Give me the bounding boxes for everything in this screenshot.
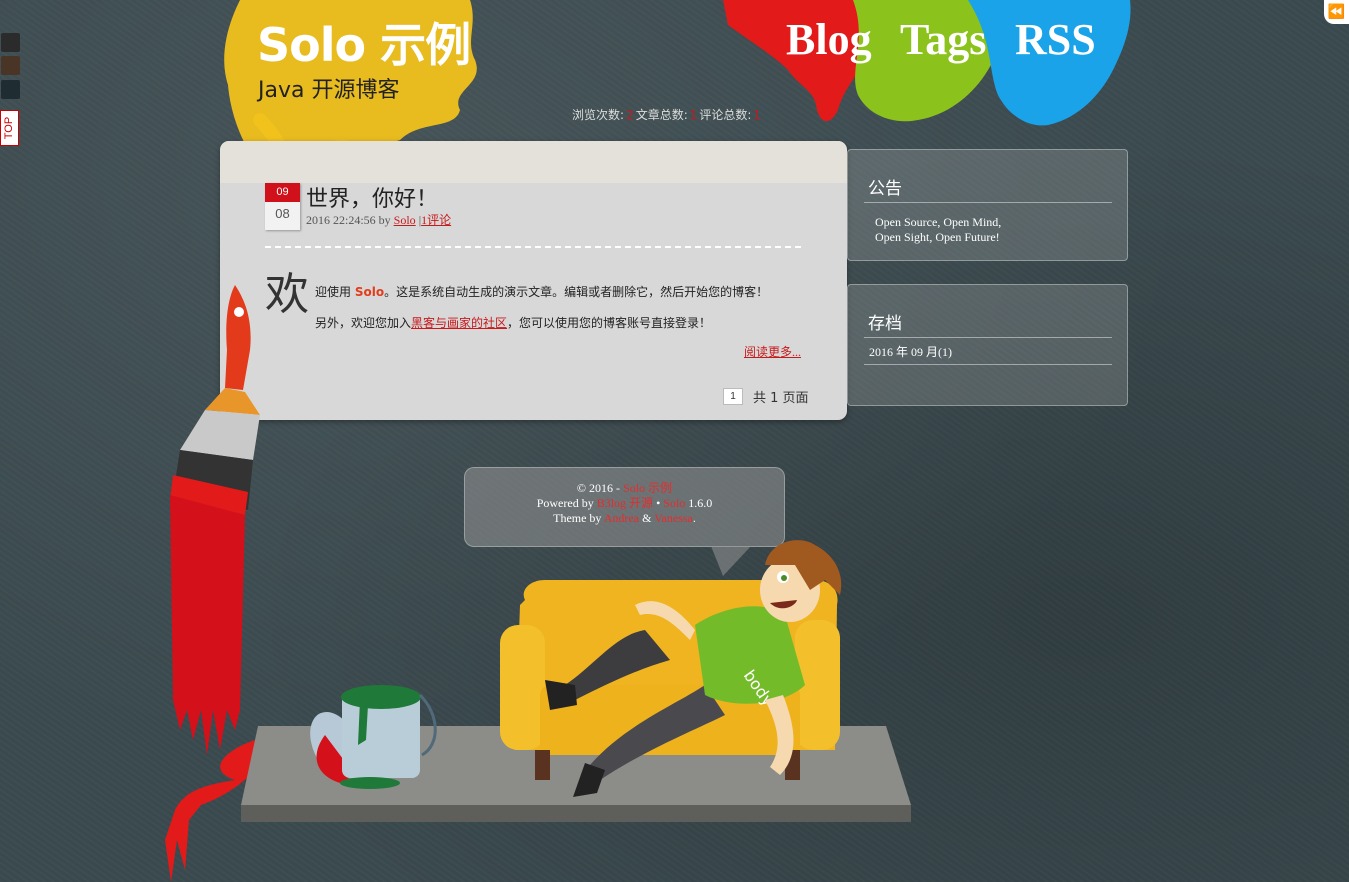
pagination-total: 共 1 页面 — [753, 391, 809, 406]
comments-count: 1 — [753, 108, 762, 122]
post-meta: 2016 22:24:56 by Solo |1评论 — [306, 211, 451, 228]
p1-text-a: 迎使用 — [315, 285, 355, 299]
theme-by-text: Theme by — [553, 511, 604, 525]
card-header-strip — [220, 141, 847, 183]
solo-link[interactable]: Solo — [663, 496, 685, 510]
article-card: 09 08 世界，你好！ 2016 22:24:56 by Solo |1评论 … — [220, 141, 847, 420]
archive-divider — [864, 337, 1112, 338]
powered-by-text: Powered by — [536, 496, 597, 510]
vanessa-link[interactable]: Vanessa — [654, 511, 693, 525]
notice-text-2: Open Sight, Open Future! — [875, 230, 1000, 244]
notice-title: 公告 — [868, 179, 902, 199]
site-subtitle: Java 开源博客 — [258, 78, 400, 103]
archive-divider-2 — [864, 364, 1112, 365]
p1-text-b: 。这是系统自动生成的演示文章。编辑或者删除它，然后开始您的博客！ — [384, 285, 769, 299]
dot-text: . — [692, 511, 696, 525]
footer-copyright-line: © 2016 - Solo 示例 — [465, 481, 784, 496]
paint-cans — [310, 685, 437, 789]
community-link[interactable]: 黑客与画家的社区 — [411, 316, 507, 330]
comments-label: 评论总数: — [699, 108, 752, 122]
bullet-text: • — [653, 496, 664, 510]
p2-text-b: ，您可以使用您的博客账号直接登录！ — [507, 316, 712, 330]
nav-tags-link[interactable]: Tags — [900, 15, 986, 64]
nav-rss-link[interactable]: RSS — [1015, 15, 1096, 64]
post-month: 09 — [265, 183, 300, 202]
skin-swatch-1[interactable] — [1, 33, 20, 52]
skin-swatch-3[interactable] — [1, 80, 20, 99]
skin-swatch-2[interactable] — [1, 56, 20, 75]
views-label: 浏览次数: — [572, 108, 625, 122]
notice-text-1: Open Source, Open Mind, — [875, 215, 1002, 229]
notice-panel: 公告 Open Source, Open Mind, Open Sight, O… — [847, 149, 1128, 261]
nav-blog-link[interactable]: Blog — [786, 15, 872, 64]
collapse-sidebar-icon[interactable]: ⏪ — [1324, 0, 1349, 24]
version-text: 1.6.0 — [685, 496, 713, 510]
footer-powered-line: Powered by B3log 开源 • Solo 1.6.0 — [465, 496, 784, 511]
post-title[interactable]: 世界，你好！ — [306, 181, 438, 213]
post-author-link[interactable]: Solo — [394, 213, 416, 227]
views-count: 2 — [626, 108, 634, 122]
post-divider — [265, 246, 801, 248]
articles-label: 文章总数: — [635, 108, 688, 122]
footer-theme-line: Theme by Andrea & Vanessa. — [465, 511, 784, 526]
notice-divider — [864, 202, 1112, 203]
p2-text-a: 另外，欢迎您加入 — [315, 316, 412, 330]
andrea-link[interactable]: Andrea — [604, 511, 639, 525]
footer-site-link[interactable]: Solo 示例 — [623, 481, 672, 495]
articles-count: 1 — [689, 108, 698, 122]
post-day: 08 — [275, 206, 290, 221]
archive-panel: 存档 2016 年 09 月(1) — [847, 284, 1128, 406]
archive-title: 存档 — [868, 314, 902, 334]
site-stats: 浏览次数: 2 文章总数: 1 评论总数: 1 — [572, 106, 763, 123]
read-more-link[interactable]: 阅读更多... — [744, 343, 801, 360]
post-by: by — [378, 213, 391, 227]
copyright-text: © 2016 - — [576, 481, 624, 495]
post-date-badge: 09 08 — [265, 183, 300, 230]
amp-text: & — [639, 511, 655, 525]
character-on-couch-illustration: body — [500, 540, 842, 797]
b3log-link[interactable]: B3log 开源 — [597, 496, 653, 510]
site-title[interactable]: Solo 示例 — [257, 22, 471, 68]
back-to-top-button[interactable]: TOP — [0, 110, 19, 146]
post-paragraph-2: 另外，欢迎您加入黑客与画家的社区，您可以使用您的博客账号直接登录！ — [315, 314, 711, 331]
solo-brand: Solo — [354, 285, 385, 299]
post-paragraph-1: 迎使用 Solo。这是系统自动生成的演示文章。编辑或者删除它，然后开始您的博客！ — [315, 283, 768, 300]
post-comments-link[interactable]: 1评论 — [421, 213, 451, 227]
archive-item-link[interactable]: 2016 年 09 月(1) — [869, 345, 952, 360]
pagination-current[interactable]: 1 — [723, 388, 743, 405]
post-datetime: 2016 22:24:56 — [306, 213, 376, 227]
